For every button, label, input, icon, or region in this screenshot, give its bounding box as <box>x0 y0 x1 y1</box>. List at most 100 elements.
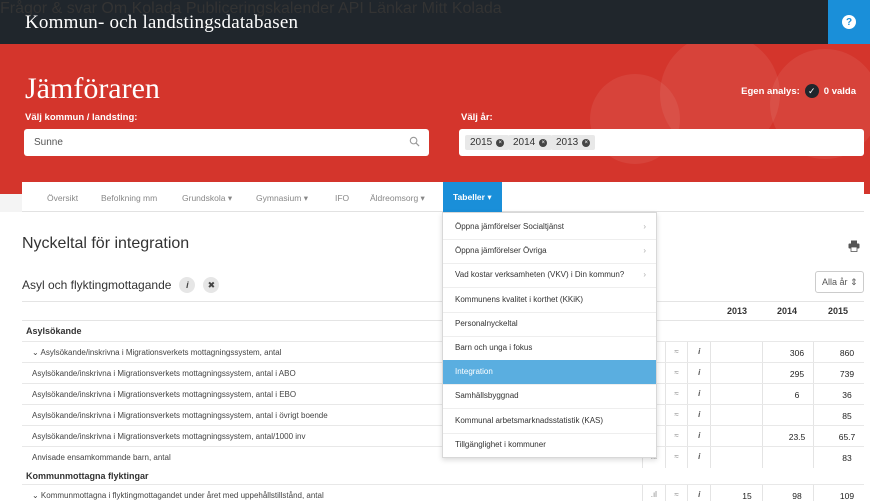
dropdown-item[interactable]: Tillgänglighet i kommuner <box>443 433 656 457</box>
dropdown-item[interactable]: Kommunens kvalitet i korthet (KKiK) <box>443 288 656 312</box>
dropdown-item[interactable]: Samhällsbyggnad <box>443 384 656 408</box>
row-label[interactable]: ⌄ Kommunmottagna i flyktingmottagandet u… <box>32 491 324 500</box>
info-icon[interactable]: i <box>687 485 710 501</box>
dropdown-item[interactable]: Kommunal arbetsmarknadsstatistik (KAS) <box>443 409 656 433</box>
cell-divider <box>813 447 814 468</box>
print-icon[interactable] <box>848 240 860 252</box>
info-icon[interactable]: i <box>179 277 196 293</box>
search-icon <box>409 136 420 147</box>
dropdown-item-label: Kommunal arbetsmarknadsstatistik (KAS) <box>455 415 604 425</box>
cell-2015: 860 <box>839 348 855 358</box>
row-label[interactable]: Asylsökande/inskrivna i Migrationsverket… <box>32 369 296 378</box>
year-tag-label: 2015 <box>470 137 493 148</box>
trend-icon[interactable]: ≈ <box>664 447 688 468</box>
year-tag[interactable]: 2013 × <box>551 135 596 150</box>
cell-2014: 98 <box>792 491 802 501</box>
tab-elderly-care[interactable]: Äldreomsorg ▾ <box>370 193 425 204</box>
year-tag[interactable]: 2014 × <box>508 135 553 150</box>
nav-my-kolada[interactable]: Mitt Kolada <box>422 0 502 17</box>
row-label[interactable]: Asylsökande/inskrivna i Migrationsverket… <box>32 411 328 420</box>
help-button[interactable]: ? <box>828 0 870 44</box>
tab-tables[interactable]: Tabeller ▾ <box>443 182 502 212</box>
trend-icon[interactable]: ≈ <box>664 384 688 405</box>
chevron-right-icon: › <box>643 222 646 231</box>
site-brand[interactable]: Kommun- och landstingsdatabasen <box>25 12 298 34</box>
cell-divider <box>762 426 763 447</box>
tab-overview[interactable]: Översikt <box>47 193 78 203</box>
bar-chart-icon[interactable]: .ıl <box>642 485 665 501</box>
tab-population[interactable]: Befolkning mm <box>101 193 157 203</box>
dropdown-item-label: Personalnyckeltal <box>455 318 518 328</box>
dropdown-item[interactable]: Vad kostar verksamheten (VKV) i Din komm… <box>443 263 656 287</box>
row-label[interactable]: ⌄ Asylsökande/inskrivna i Migrationsverk… <box>32 348 281 357</box>
trend-icon[interactable]: ≈ <box>664 426 688 447</box>
cell-divider <box>710 447 711 468</box>
municipality-input[interactable]: Sunne <box>24 129 429 156</box>
group-header: Kommunmottagna flyktingar <box>26 471 149 481</box>
cell-divider <box>762 342 763 363</box>
cell-divider <box>762 405 763 426</box>
trend-icon[interactable]: ≈ <box>664 405 688 426</box>
cell-divider <box>762 384 763 405</box>
tab-upper-secondary[interactable]: Gymnasium ▾ <box>256 193 308 204</box>
info-icon[interactable]: i <box>687 447 710 468</box>
year-filter-select[interactable]: Alla år ⇕ <box>815 271 864 293</box>
column-header-2014: 2014 <box>776 306 798 316</box>
year-select[interactable]: 2015 × 2014 × 2013 × <box>459 129 864 156</box>
row-label[interactable]: Anvisade ensamkommande barn, antal <box>32 453 171 462</box>
row-label[interactable]: Asylsökande/inskrivna i Migrationsverket… <box>32 390 296 399</box>
cell-divider <box>813 342 814 363</box>
remove-icon[interactable]: × <box>539 138 548 147</box>
remove-icon[interactable]: × <box>582 138 591 147</box>
cell-2014: 295 <box>789 369 805 379</box>
info-icon[interactable]: i <box>687 342 710 363</box>
help-icon: ? <box>842 15 856 29</box>
info-icon[interactable]: i <box>687 384 710 405</box>
cell-divider <box>710 342 711 363</box>
nav-api[interactable]: API <box>338 0 364 17</box>
dropdown-item[interactable]: Öppna jämförelser Övriga › <box>443 239 656 263</box>
nav-links[interactable]: Länkar <box>368 0 417 17</box>
cell-2014: 6 <box>794 390 800 400</box>
tab-primary-school[interactable]: Grundskola ▾ <box>182 193 232 204</box>
cell-divider <box>813 363 814 384</box>
cell-divider <box>710 384 711 405</box>
page-title: Jämföraren <box>25 72 160 105</box>
dropdown-item[interactable]: Barn och unga i fokus <box>443 336 656 360</box>
trend-icon[interactable]: ≈ <box>664 342 688 363</box>
cell-2014: 306 <box>789 348 805 358</box>
info-icon[interactable]: i <box>687 426 710 447</box>
table-row[interactable]: ⌄ Kommunmottagna i flyktingmottagandet u… <box>22 484 864 501</box>
cell-2015: 36 <box>842 390 852 400</box>
top-bar: Kommun- och landstingsdatabasen Frågor &… <box>0 0 870 44</box>
close-icon[interactable]: ✖ <box>203 277 220 293</box>
cell-2015: 85 <box>842 411 852 421</box>
trend-icon[interactable]: ≈ <box>664 485 688 501</box>
dropdown-item-label: Barn och unga i fokus <box>455 343 533 352</box>
cell-divider <box>813 485 814 501</box>
table-title-text: Asyl och flyktingmottagande <box>22 278 172 292</box>
info-icon[interactable]: i <box>687 363 710 384</box>
chevron-right-icon: › <box>643 270 646 280</box>
table-title: Asyl och flyktingmottagande i ✖ <box>22 277 220 293</box>
trend-icon[interactable]: ≈ <box>664 363 688 384</box>
info-icon[interactable]: i <box>687 405 710 426</box>
chevron-right-icon: › <box>643 246 646 256</box>
cell-divider <box>762 447 763 468</box>
own-analysis[interactable]: Egen analys: ✓ 0 valda <box>741 84 856 98</box>
dropdown-item[interactable]: Integration <box>443 360 656 385</box>
cell-divider <box>762 485 763 501</box>
remove-icon[interactable]: × <box>496 138 505 147</box>
cell-2015: 83 <box>842 453 852 463</box>
dropdown-item[interactable]: Personalnyckeltal <box>443 312 656 336</box>
year-tag[interactable]: 2015 × <box>465 135 510 150</box>
row-label[interactable]: Asylsökande/inskrivna i Migrationsverket… <box>32 432 305 441</box>
cell-divider <box>813 384 814 405</box>
dropdown-item-label: Samhällsbyggnad <box>455 391 519 401</box>
column-header-2015: 2015 <box>827 306 849 316</box>
dropdown-item[interactable]: Öppna jämförelser Socialtjänst › <box>443 215 656 239</box>
hero-panel: Jämföraren Egen analys: ✓ 0 valda Välj k… <box>0 44 870 194</box>
tab-ifo[interactable]: IFO <box>335 193 349 203</box>
cell-2015: 65.7 <box>838 432 856 442</box>
check-icon: ✓ <box>804 84 819 98</box>
